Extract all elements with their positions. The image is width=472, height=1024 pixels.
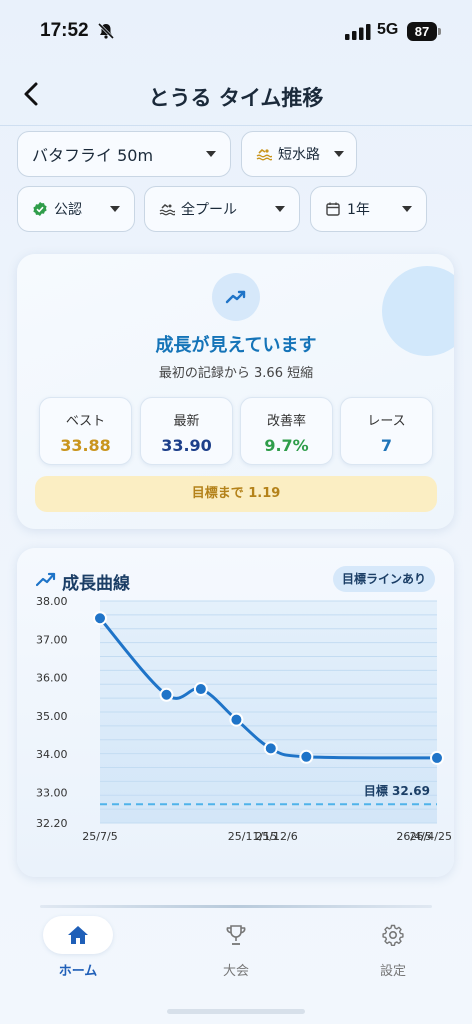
home-icon-wrap xyxy=(43,916,113,954)
tab-meets[interactable]: 大会 xyxy=(186,916,286,979)
tabbar-divider xyxy=(40,905,432,908)
goal-line-label: 目標 32.69 xyxy=(364,783,430,798)
data-point xyxy=(193,682,208,697)
x-tick-label: 25/7/5 xyxy=(82,830,117,843)
y-tick-label: 32.20 xyxy=(36,817,68,830)
growth-line-chart: 38.00 37.00 36.00 35.00 34.00 33.00 32.20 25/7/… xyxy=(36,595,452,843)
y-tick-label: 35.00 xyxy=(36,710,68,723)
gear-icon xyxy=(382,924,404,946)
data-point xyxy=(229,712,244,727)
home-icon xyxy=(68,926,88,944)
data-point xyxy=(430,750,444,765)
tab-label: 大会 xyxy=(222,964,249,979)
y-tick-label: 34.00 xyxy=(36,748,68,761)
y-tick-label: 36.00 xyxy=(36,672,68,685)
y-tick-label: 38.00 xyxy=(36,595,68,608)
trophy-icon xyxy=(226,925,246,945)
tab-settings[interactable]: 設定 xyxy=(343,916,443,979)
y-tick-label: 37.00 xyxy=(36,633,68,646)
tab-home[interactable]: ホーム xyxy=(28,916,128,979)
tab-label: 設定 xyxy=(379,964,406,979)
data-point xyxy=(159,687,174,702)
data-point xyxy=(93,611,107,626)
home-indicator xyxy=(167,1009,305,1014)
data-point xyxy=(299,749,314,764)
gear-icon-wrap xyxy=(358,916,428,954)
trophy-icon-wrap xyxy=(201,916,271,954)
x-tick-label: 26/4/25 xyxy=(410,830,452,843)
y-tick-label: 33.00 xyxy=(36,786,68,799)
tab-label: ホーム xyxy=(58,964,98,979)
x-tick-label: 25/12/6 xyxy=(255,830,297,843)
data-point xyxy=(263,741,278,756)
